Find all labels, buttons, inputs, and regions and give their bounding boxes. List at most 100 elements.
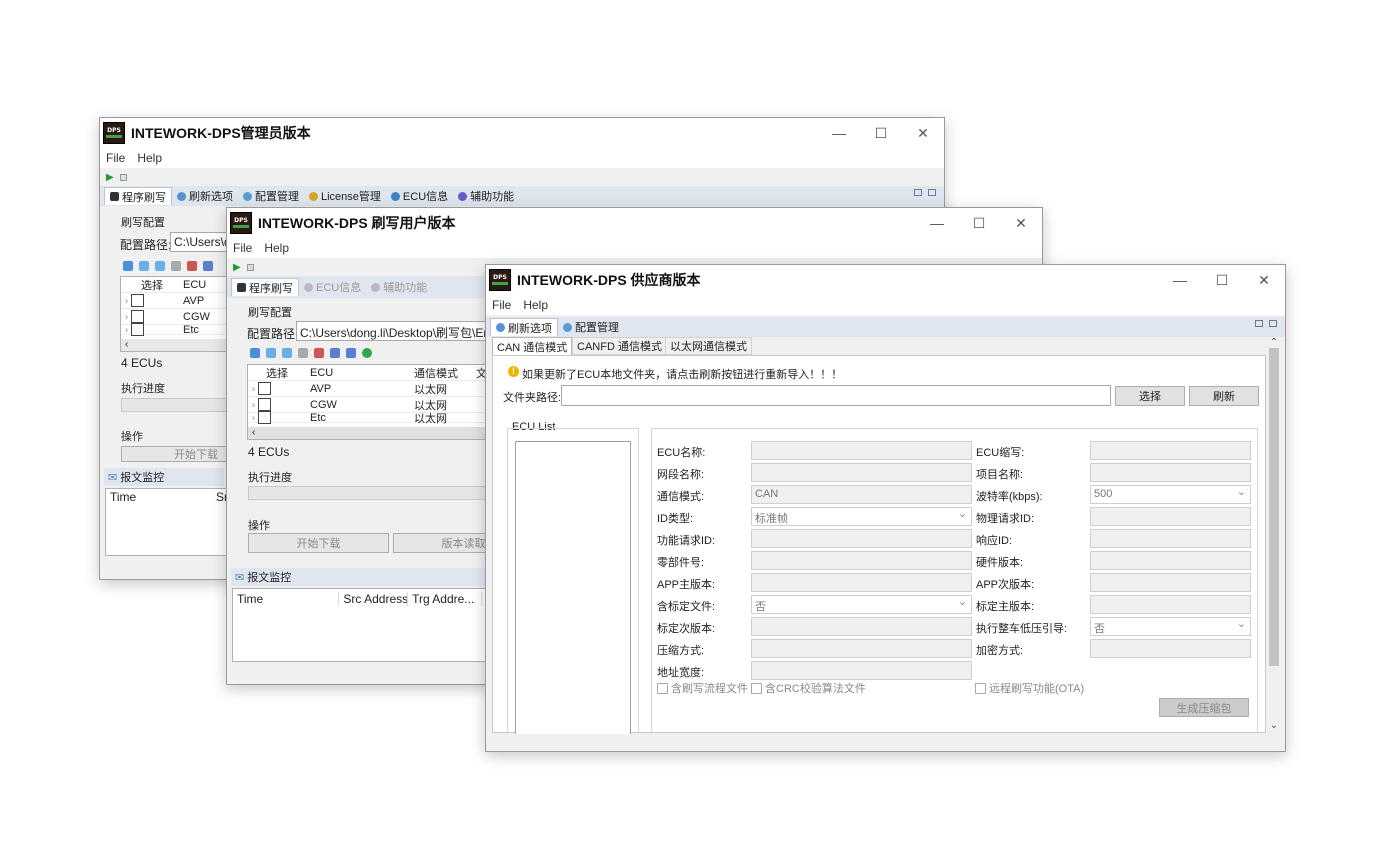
field-input[interactable] [751,639,972,658]
expand-icon[interactable] [203,261,213,271]
field-select[interactable]: 否 [1090,617,1251,636]
table-row[interactable]: › Etc [121,323,239,336]
maximize-icon[interactable]: ☐ [958,208,1000,238]
view-minimize-icon[interactable] [914,189,922,196]
choose-button[interactable]: 选择 [1115,386,1185,406]
menu-file[interactable]: File [233,241,252,255]
crc-checkbox[interactable]: 含CRC校验算法文件 [751,680,866,696]
tab-license[interactable]: License管理 [304,187,386,205]
ecu-list[interactable] [515,441,631,734]
collapse-icon[interactable] [346,348,356,358]
field-input[interactable] [751,661,972,680]
tab-canfd-mode[interactable]: CANFD 通信模式 [572,337,667,355]
expand-icon[interactable] [330,348,340,358]
field-input[interactable] [751,529,972,548]
field-input[interactable] [1090,529,1251,548]
field-input[interactable] [1090,573,1251,592]
admin-monitor-tab[interactable]: ✉ 报文监控 [104,468,224,486]
tab-aux[interactable]: 辅助功能 [453,187,519,205]
row-checkbox[interactable] [131,294,145,307]
minimize-icon[interactable]: — [1159,265,1201,295]
list-icon[interactable] [298,348,308,358]
close-icon[interactable]: ✕ [1243,265,1285,295]
close-icon[interactable]: ✕ [1000,208,1042,238]
row-checkbox[interactable] [131,323,145,336]
table-row[interactable]: › Etc 以太网 [248,411,496,425]
tab-can-mode[interactable]: CAN 通信模式 [492,337,573,355]
row-checkbox[interactable] [258,411,272,424]
tab-program[interactable]: 程序刷写 [104,187,172,205]
menu-help[interactable]: Help [137,151,162,165]
horizontal-scrollbar[interactable]: ‹ [121,339,239,351]
menu-file[interactable]: File [492,298,511,312]
move-up-icon[interactable] [139,261,149,271]
field-select[interactable]: 500 [1090,485,1251,504]
user-monitor-tab[interactable]: ✉ 报文监控 [231,568,491,586]
field-input[interactable] [751,463,972,482]
tab-config[interactable]: 配置管理 [238,187,304,205]
vertical-scrollbar-track[interactable]: ⌃ ⌄ [1267,337,1281,731]
field-input[interactable] [1090,551,1251,570]
tab-refresh[interactable]: 刷新选项 [490,318,558,336]
view-maximize-icon[interactable] [928,189,936,196]
sync-icon[interactable] [250,348,260,358]
sync-icon[interactable] [123,261,133,271]
tab-config[interactable]: 配置管理 [558,318,624,336]
table-row[interactable]: › AVP [121,293,239,309]
refresh-button[interactable]: 刷新 [1189,386,1259,406]
minimize-icon[interactable]: — [916,208,958,238]
field-input[interactable] [1090,595,1251,614]
horizontal-scrollbar[interactable]: ‹ [248,427,496,439]
field-input[interactable] [1090,463,1251,482]
move-up-icon[interactable] [266,348,276,358]
admin-titlebar[interactable]: DPS INTEWORK-DPS管理员版本 — ☐ ✕ [100,118,944,148]
run-icon[interactable]: ▶ [233,262,241,273]
folder-path-input[interactable] [561,385,1111,406]
move-down-icon[interactable] [155,261,165,271]
check-icon[interactable] [362,348,372,358]
close-icon[interactable]: ✕ [902,118,944,148]
maximize-icon[interactable]: ☐ [860,118,902,148]
tab-refresh[interactable]: 刷新选项 [172,187,238,205]
row-checkbox[interactable] [258,398,272,411]
flash-flow-checkbox[interactable]: 含刷写流程文件 [657,680,748,696]
view-minimize-icon[interactable] [1255,320,1263,327]
menu-file[interactable]: File [106,151,125,165]
stop-icon[interactable] [246,263,254,271]
start-download-button[interactable]: 开始下载 [248,533,389,553]
supplier-titlebar[interactable]: DPS INTEWORK-DPS 供应商版本 — ☐ ✕ [486,265,1285,295]
config-path-input[interactable]: C:\Users\dong.li\Desktop\刷写包\Ent [296,321,496,341]
field-input[interactable] [751,617,972,636]
menu-help[interactable]: Help [523,298,548,312]
view-maximize-icon[interactable] [1269,320,1277,327]
field-input[interactable] [1090,441,1251,460]
field-select[interactable]: 标准帧 [751,507,972,526]
delete-list-icon[interactable] [187,261,197,271]
field-input[interactable] [1090,639,1251,658]
field-select[interactable]: 否 [751,595,972,614]
field-input[interactable] [1090,507,1251,526]
field-input[interactable] [751,551,972,570]
delete-list-icon[interactable] [314,348,324,358]
menu-help[interactable]: Help [264,241,289,255]
scrollbar-thumb[interactable] [1269,348,1279,666]
generate-package-button[interactable]: 生成压缩包 [1159,698,1249,717]
field-input[interactable] [751,573,972,592]
stop-icon[interactable] [119,173,127,181]
table-row[interactable]: › AVP 以太网 [248,381,496,397]
row-checkbox[interactable] [131,310,145,323]
maximize-icon[interactable]: ☐ [1201,265,1243,295]
ota-checkbox[interactable]: 远程刷写功能(OTA) [975,680,1084,696]
tab-program[interactable]: 程序刷写 [231,278,299,296]
field-input[interactable]: CAN [751,485,972,504]
tab-ecu-info[interactable]: ECU信息 [386,187,453,205]
user-titlebar[interactable]: DPS INTEWORK-DPS 刷写用户版本 — ☐ ✕ [227,208,1042,238]
row-checkbox[interactable] [258,382,272,395]
field-input[interactable] [751,441,972,460]
list-icon[interactable] [171,261,181,271]
tab-ethernet-mode[interactable]: 以太网通信模式 [665,337,752,355]
run-icon[interactable]: ▶ [106,172,114,183]
tab-aux[interactable]: 辅助功能 [366,278,432,296]
minimize-icon[interactable]: — [818,118,860,148]
move-down-icon[interactable] [282,348,292,358]
